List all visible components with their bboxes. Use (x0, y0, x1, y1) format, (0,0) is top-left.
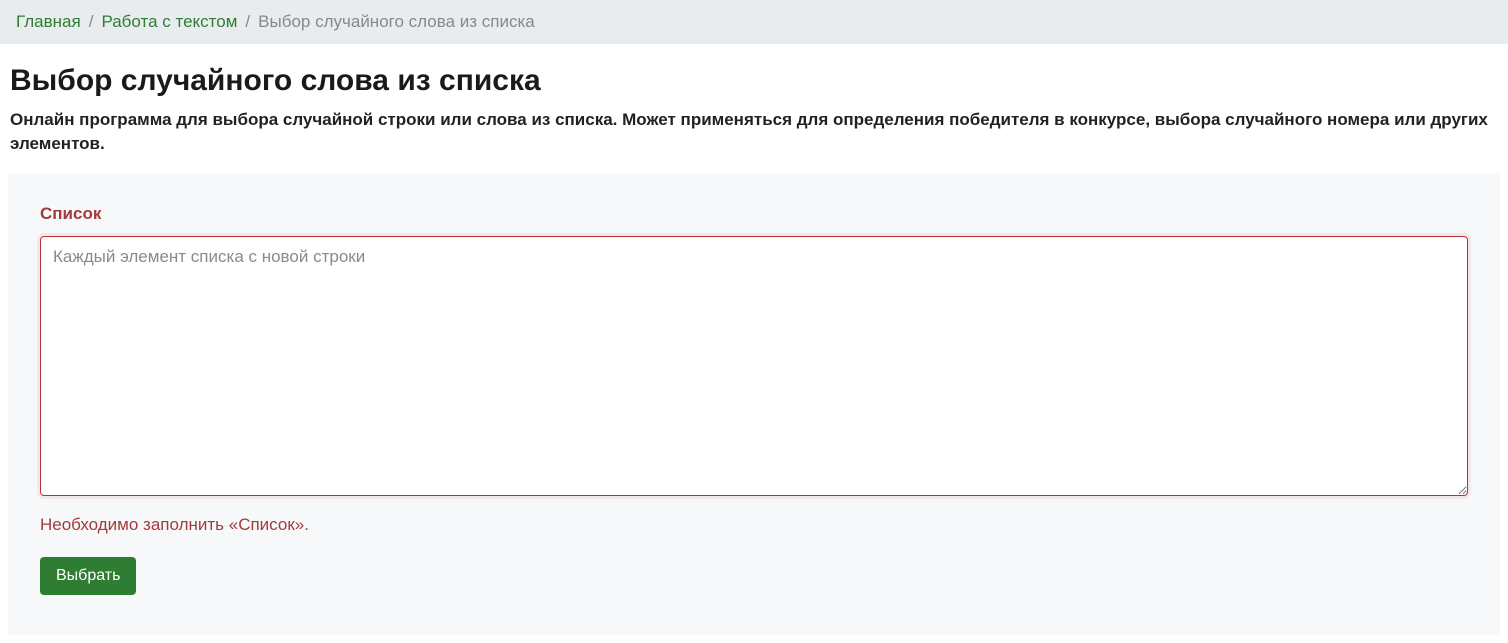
list-input[interactable] (40, 236, 1468, 496)
breadcrumb: Главная / Работа с текстом / Выбор случа… (0, 0, 1508, 44)
submit-button[interactable]: Выбрать (40, 557, 136, 595)
form-panel: Список Необходимо заполнить «Список». Вы… (8, 174, 1500, 635)
breadcrumb-home[interactable]: Главная (16, 12, 81, 32)
breadcrumb-current: Выбор случайного слова из списка (258, 12, 535, 32)
list-label: Список (40, 204, 1468, 224)
breadcrumb-separator: / (245, 12, 250, 32)
page-description: Онлайн программа для выбора случайной ст… (10, 108, 1498, 156)
breadcrumb-section[interactable]: Работа с текстом (101, 12, 237, 32)
page-title: Выбор случайного слова из списка (10, 64, 1498, 98)
breadcrumb-separator: / (89, 12, 94, 32)
list-error-message: Необходимо заполнить «Список». (40, 515, 1468, 535)
